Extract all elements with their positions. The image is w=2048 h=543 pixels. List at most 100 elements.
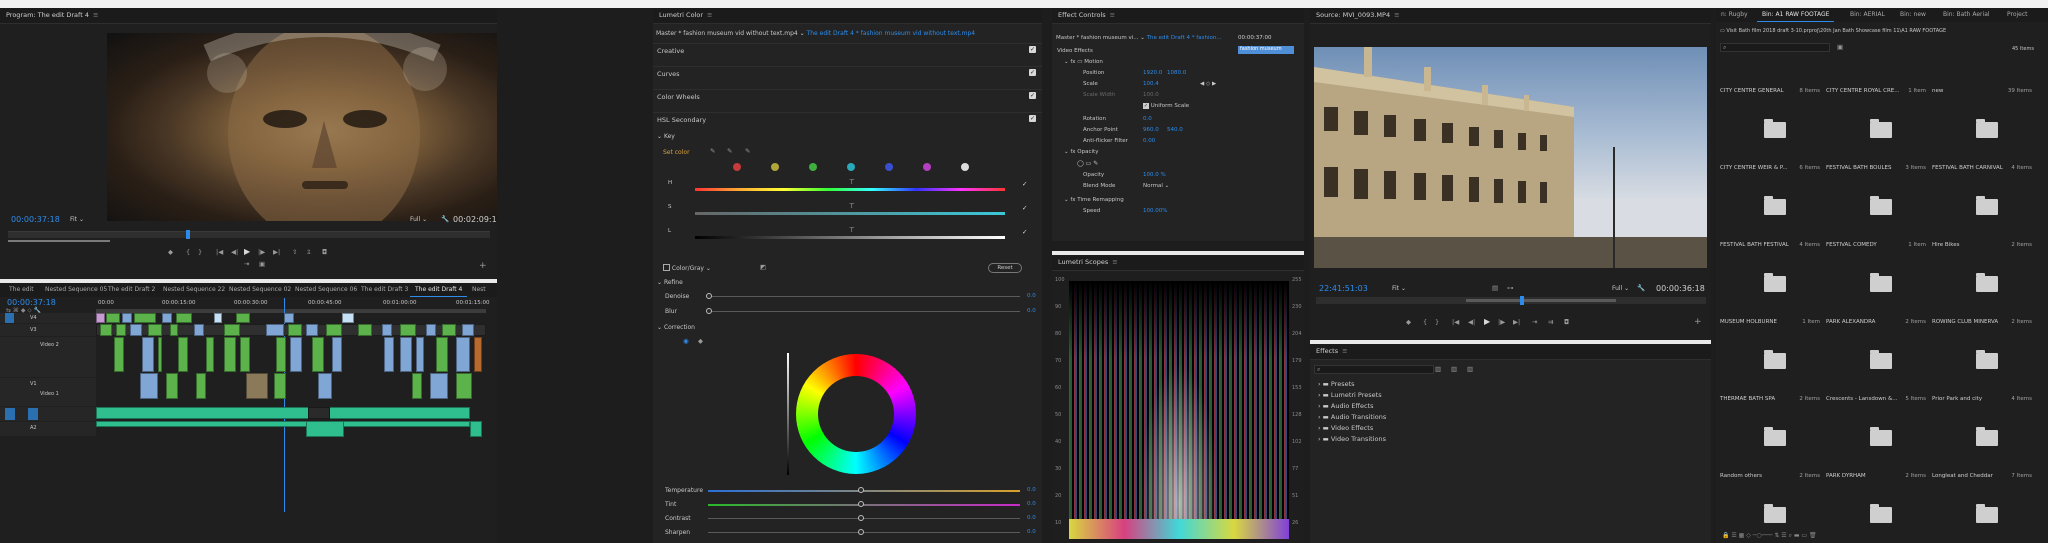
section-creative-checkbox[interactable]: ✓ [1029,46,1036,53]
source-in-out-range[interactable] [1466,299,1616,302]
track-header-video1[interactable]: Video 1 [0,389,96,403]
clip[interactable] [290,337,302,372]
clip[interactable] [246,373,268,399]
go-to-in-icon[interactable]: |◀ [216,248,223,256]
position-y[interactable]: 1080.0 [1167,70,1186,76]
bin-folder[interactable]: FESTIVAL BATH FESTIVAL 4 Items [1720,242,1824,314]
in-point-icon[interactable]: { [1423,318,1427,326]
source-monitor-header[interactable]: Source: MVI_0093.MP4 ≡ [1310,8,1711,24]
tab-nest[interactable]: Nest [467,283,491,297]
camera-icon[interactable]: ◘ [1564,318,1569,326]
source-fit-dropdown[interactable]: Fit ⌄ [1392,285,1406,292]
opacity-row[interactable]: ⌄ fx Opacity [1064,149,1098,155]
clip[interactable] [158,337,162,372]
invert-mask-icon[interactable]: ◩ [760,263,766,271]
clip[interactable] [96,313,105,323]
anchor-x[interactable]: 960.0 [1143,127,1159,133]
bin-folder[interactable]: FESTIVAL BATH CARNIVAL 4 Items [1932,165,2036,237]
lightness-range-bar[interactable] [695,236,1005,239]
clip[interactable] [170,324,178,336]
bin-folder[interactable]: MUSEUM HOLBURNE 1 Item [1720,319,1824,391]
lift-icon[interactable]: ⇧ [292,248,297,256]
clip[interactable] [430,373,448,399]
clip[interactable] [288,324,302,336]
clip[interactable] [148,324,162,336]
clip[interactable] [166,373,178,399]
tint-slider[interactable] [708,504,1020,506]
bin-folder[interactable]: Hire Bikes 2 Items [1932,242,2036,314]
denoise-value[interactable]: 0.0 [1027,293,1036,299]
step-back-icon[interactable]: ◀| [1468,318,1475,326]
clip[interactable] [308,407,330,419]
clip[interactable] [384,337,394,372]
clip[interactable] [178,337,188,372]
sharpen-knob[interactable] [858,529,864,535]
ec-master-clip[interactable]: Master * fashion museum vi... ⌄ The edit… [1056,35,1222,41]
hue-check-icon[interactable]: ✓ [1022,180,1027,188]
refine-toggle[interactable]: ⌄ Refine [657,279,683,286]
clip[interactable] [100,324,112,336]
clip[interactable] [412,373,422,399]
effects-search-input[interactable]: ⌕ [1314,365,1434,374]
bin-folder[interactable]: Longleat and Cheddar 7 Items [1932,473,2036,543]
bin-folder[interactable]: ROWING CLUB MINERVA 2 Items [1932,319,2036,391]
clip[interactable] [306,421,344,437]
effects-item-audio-transitions[interactable]: › ▬ Audio Transitions [1310,413,1711,424]
panel-menu-icon[interactable]: ≡ [1342,347,1347,355]
out-point-icon[interactable]: } [198,248,202,256]
effects-header[interactable]: Effects ≡ [1310,344,1711,360]
section-hsl-checkbox[interactable]: ✓ [1029,115,1036,122]
clip[interactable] [312,337,324,372]
color-swatch[interactable] [885,163,893,171]
keyframe-nav[interactable]: ◀ ◇ ▶ [1200,81,1216,87]
yuv-effects-icon[interactable]: ▥ [1467,365,1473,373]
clip[interactable] [382,324,392,336]
clip[interactable] [140,373,158,399]
in-point-icon[interactable]: { [186,248,190,256]
section-color-wheels-checkbox[interactable]: ✓ [1029,92,1036,99]
marker-icon[interactable]: ◆ [1406,318,1411,326]
clip[interactable] [122,313,132,323]
mask-tools[interactable]: ◯ ▭ ✎ [1077,160,1098,167]
opacity-value[interactable]: 100.0 % [1143,172,1166,178]
clip[interactable] [474,337,482,372]
denoise-knob[interactable] [706,293,712,299]
section-curves-checkbox[interactable]: ✓ [1029,69,1036,76]
source-timecode-in[interactable]: 22:41:51:03 [1319,284,1368,293]
source-quality-dropdown[interactable]: Full ⌄ [1612,285,1629,292]
timeline-ruler[interactable]: 00:00 00:00:15:00 00:00:30:00 00:00:45:0… [96,298,490,310]
add-button-icon[interactable]: + [479,261,487,271]
motion-row[interactable]: ⌄ fx ▭ Motion [1064,59,1103,65]
bin-folder[interactable]: PARK ALEXANDRA 2 Items [1826,319,1930,391]
hue-range-bar[interactable] [695,188,1005,191]
bin-folder[interactable]: CITY CENTRE ROYAL CRE... 1 Item [1826,88,1930,160]
clip[interactable] [114,337,124,372]
effects-item-lumetri-presets[interactable]: › ▬ Lumetri Presets [1310,391,1711,402]
effects-item-video-effects[interactable]: › ▬ Video Effects [1310,424,1711,435]
clip[interactable] [284,313,294,323]
eyedropper-icon[interactable]: ✎ [710,147,715,155]
clip[interactable] [456,373,472,399]
insert-icon[interactable]: ▤ [1492,284,1498,292]
bin-folder[interactable]: CITY CENTRE WEIR & P... 6 Items [1720,165,1824,237]
track-target-v1[interactable] [5,313,14,323]
section-hsl-secondary[interactable]: HSL Secondary ✓ [653,112,1042,124]
clip[interactable] [134,313,156,323]
track-target-a2[interactable] [28,408,38,420]
temperature-slider[interactable] [708,490,1020,492]
clip[interactable] [96,421,470,427]
program-quality-dropdown[interactable]: Full ⌄ [410,216,427,223]
color-swatch[interactable] [809,163,817,171]
tab-bath-aerial[interactable]: Bin: Bath Aerial [1938,8,1995,22]
effect-controls-header[interactable]: Effect Controls ≡ [1052,8,1304,24]
section-color-wheels[interactable]: Color Wheels ✓ [653,89,1042,101]
marker-icon[interactable]: ◆ [168,248,173,256]
bin-folder[interactable]: FESTIVAL COMEDY 1 Item [1826,242,1930,314]
source-playhead[interactable] [1520,296,1524,305]
clip[interactable] [442,324,456,336]
scale-value[interactable]: 100.4 [1143,81,1159,87]
export-frame-icon[interactable]: ⇥ [244,260,249,268]
denoise-slider[interactable] [708,296,1020,297]
lumetri-color-header[interactable]: Lumetri Color ≡ [653,8,1042,24]
ec-clip-bar[interactable]: fashion museum [1238,46,1294,54]
